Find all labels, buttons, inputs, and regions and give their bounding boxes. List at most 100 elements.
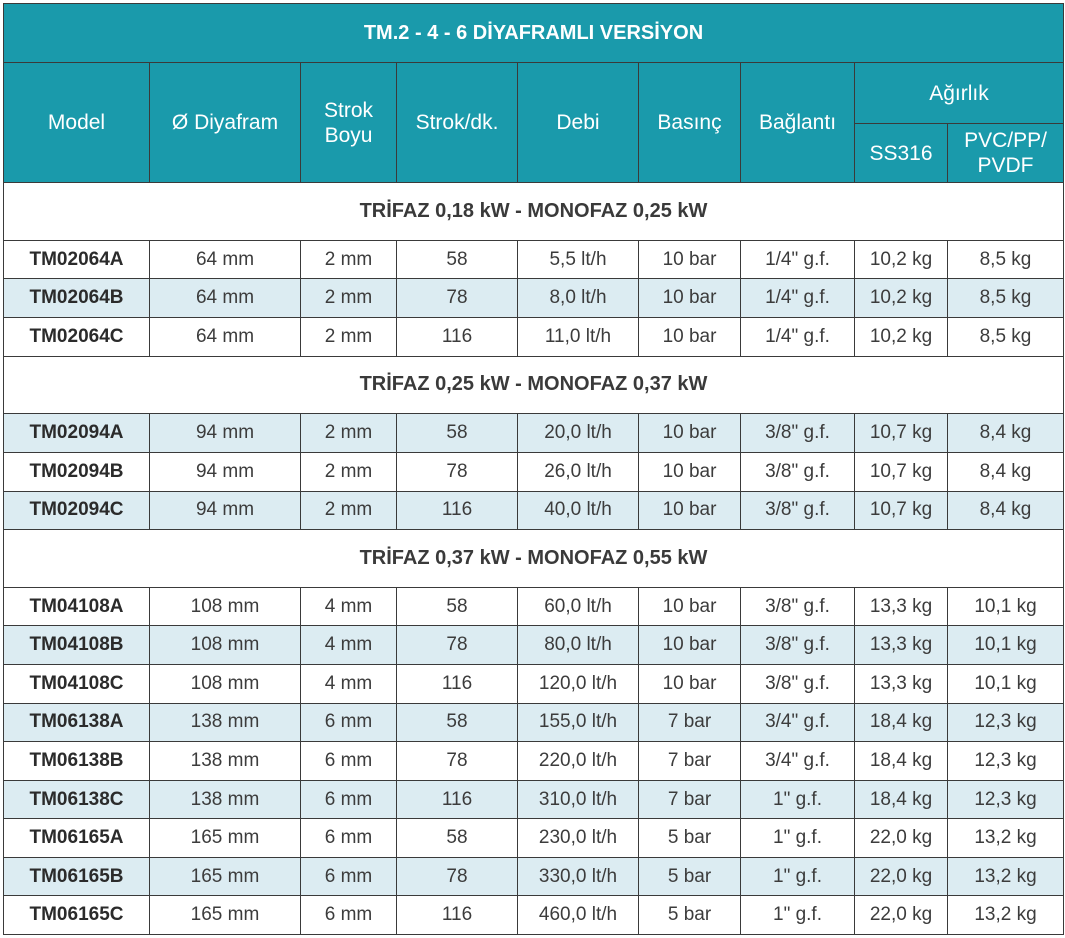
cell-strok: 2 mm [300,278,397,318]
cell-strok-dk: 58 [396,702,518,743]
cell-baglanti: 3/8" g.f. [740,625,855,666]
cell-pvc: 12,3 kg [947,741,1064,781]
cell-debi: 60,0 lt/h [517,586,639,627]
cell-baglanti: 1" g.f. [740,856,855,897]
cell-debi: 460,0 lt/h [517,895,639,935]
cell-basinc: 10 bar [638,586,741,627]
header-row: Model Ø Diyafram Strok Boyu Strok/dk. Deb… [3,62,1064,183]
cell-model: TM06138C [3,779,150,820]
cell-strok-dk: 116 [396,895,518,935]
cell-ss316: 13,3 kg [854,625,948,666]
section-title: TRİFAZ 0,25 kW - MONOFAZ 0,37 kW [3,355,1064,415]
cell-baglanti: 1" g.f. [740,895,855,935]
cell-strok: 2 mm [300,451,397,492]
cell-pvc: 8,5 kg [947,316,1064,357]
cell-diyafram: 94 mm [149,490,301,531]
cell-diyafram: 64 mm [149,239,301,280]
table-row: TM02094C 94 mm 2 mm 116 40,0 lt/h 10 bar 3/8" … [3,490,1064,531]
cell-ss316: 18,4 kg [854,702,948,743]
cell-strok: 2 mm [300,490,397,531]
cell-debi: 11,0 lt/h [517,316,639,357]
cell-model: TM06165C [3,895,150,935]
cell-pvc: 13,2 kg [947,818,1064,858]
cell-basinc: 10 bar [638,451,741,492]
cell-baglanti: 1" g.f. [740,818,855,858]
cell-model: TM06138A [3,702,150,743]
cell-model: TM02064A [3,239,150,280]
table-row: TM02094B 94 mm 2 mm 78 26,0 lt/h 10 bar 3/8" g… [3,451,1064,492]
cell-model: TM04108A [3,586,150,627]
cell-basinc: 10 bar [638,664,741,704]
cell-baglanti: 3/4" g.f. [740,702,855,743]
cell-pvc: 8,4 kg [947,451,1064,492]
cell-strok: 4 mm [300,586,397,627]
cell-strok-dk: 78 [396,451,518,492]
section-row: TRİFAZ 0,25 kW - MONOFAZ 0,37 kW [3,355,1064,415]
cell-basinc: 5 bar [638,895,741,935]
table-body: TRİFAZ 0,18 kW - MONOFAZ 0,25 kW TM02064A… [3,182,1064,935]
cell-model: TM02094A [3,413,150,453]
cell-strok: 6 mm [300,818,397,858]
table-row: TM04108A 108 mm 4 mm 58 60,0 lt/h 10 bar 3/8" … [3,586,1064,627]
cell-diyafram: 108 mm [149,625,301,666]
cell-baglanti: 3/4" g.f. [740,741,855,781]
cell-debi: 8,0 lt/h [517,278,639,318]
table-row: TM04108C 108 mm 4 mm 116 120,0 lt/h 10 bar 3/8… [3,664,1064,704]
cell-basinc: 10 bar [638,239,741,280]
header-basinc: Basınç [638,62,741,183]
cell-diyafram: 94 mm [149,413,301,453]
table-row: TM04108B 108 mm 4 mm 78 80,0 lt/h 10 bar 3/8" … [3,625,1064,666]
cell-pvc: 8,4 kg [947,413,1064,453]
cell-strok: 6 mm [300,702,397,743]
section-title: TRİFAZ 0,18 kW - MONOFAZ 0,25 kW [3,182,1064,241]
header-agirlik: Ağırlık [854,62,1064,124]
section-row: TRİFAZ 0,18 kW - MONOFAZ 0,25 kW [3,182,1064,241]
cell-strok-dk: 78 [396,856,518,897]
cell-basinc: 5 bar [638,818,741,858]
cell-model: TM06138B [3,741,150,781]
header-strok-boyu: Strok Boyu [300,62,397,183]
header-model: Model [3,62,150,183]
cell-diyafram: 64 mm [149,316,301,357]
header-pvc-line1: PVC/PP/ [964,129,1047,152]
section-row: TRİFAZ 0,37 kW - MONOFAZ 0,55 kW [3,529,1064,588]
cell-ss316: 10,2 kg [854,278,948,318]
cell-diyafram: 108 mm [149,586,301,627]
cell-pvc: 10,1 kg [947,625,1064,666]
cell-baglanti: 3/8" g.f. [740,413,855,453]
cell-debi: 40,0 lt/h [517,490,639,531]
cell-ss316: 13,3 kg [854,586,948,627]
header-strok-boyu-line2: Boyu [324,123,373,147]
title-row: TM.2 - 4 - 6 DİYAFRAMLI VERSİYON [3,3,1064,63]
cell-debi: 26,0 lt/h [517,451,639,492]
cell-ss316: 10,2 kg [854,316,948,357]
cell-basinc: 10 bar [638,625,741,666]
header-pvc: PVC/PP/PVDF [947,123,1064,183]
cell-diyafram: 165 mm [149,895,301,935]
cell-strok-dk: 78 [396,741,518,781]
cell-strok: 6 mm [300,895,397,935]
cell-strok-dk: 116 [396,316,518,357]
cell-diyafram: 108 mm [149,664,301,704]
cell-pvc: 10,1 kg [947,586,1064,627]
cell-basinc: 10 bar [638,413,741,453]
cell-ss316: 22,0 kg [854,856,948,897]
table-row: TM06165B 165 mm 6 mm 78 330,0 lt/h 5 bar 1" g.… [3,856,1064,897]
header-diyafram: Ø Diyafram [149,62,301,183]
cell-baglanti: 1/4" g.f. [740,239,855,280]
cell-basinc: 7 bar [638,779,741,820]
cell-model: TM02094B [3,451,150,492]
cell-strok: 6 mm [300,741,397,781]
cell-model: TM02064B [3,278,150,318]
table-row: TM06138C 138 mm 6 mm 116 310,0 lt/h 7 bar 1" g… [3,779,1064,820]
cell-debi: 330,0 lt/h [517,856,639,897]
cell-strok: 6 mm [300,779,397,820]
cell-pvc: 8,5 kg [947,278,1064,318]
cell-strok: 2 mm [300,316,397,357]
cell-model: TM04108C [3,664,150,704]
header-baglanti: Bağlantı [740,62,855,183]
cell-pvc: 10,1 kg [947,664,1064,704]
cell-strok-dk: 58 [396,818,518,858]
cell-debi: 230,0 lt/h [517,818,639,858]
cell-basinc: 10 bar [638,490,741,531]
